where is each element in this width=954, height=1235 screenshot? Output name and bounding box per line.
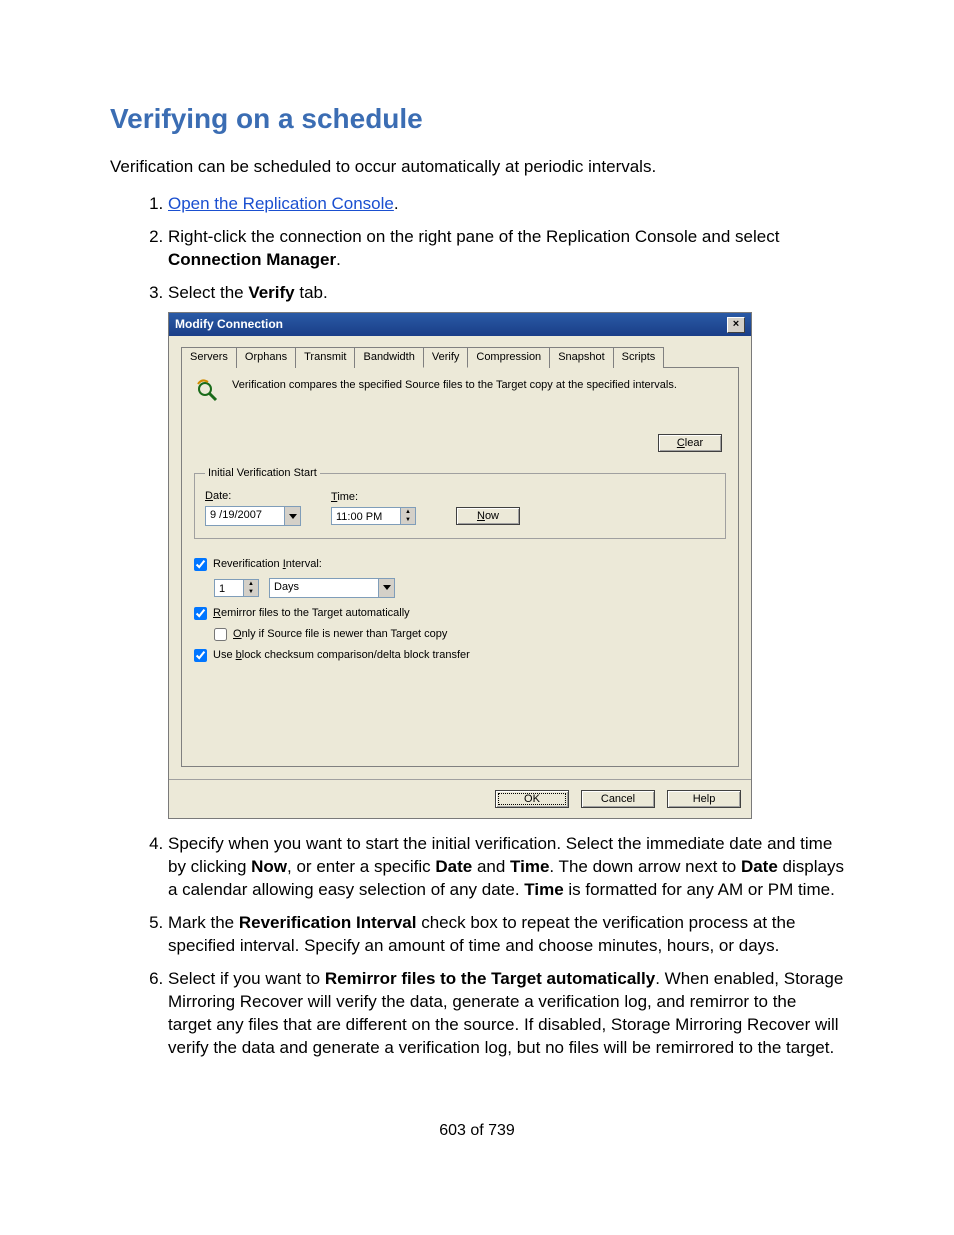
s6b1: Remirror files to the Target automatical…: [325, 969, 655, 988]
tab-orphans[interactable]: Orphans: [236, 347, 296, 368]
tab-strip: Servers Orphans Transmit Bandwidth Verif…: [181, 346, 739, 368]
step2-text-a: Right-click the connection on the right …: [168, 227, 779, 246]
step3-text-a: Select the: [168, 283, 248, 302]
modify-connection-dialog: Modify Connection × Servers Orphans Tran…: [168, 312, 752, 819]
s4b: , or enter a specific: [287, 857, 435, 876]
now-button[interactable]: Now: [456, 507, 520, 526]
chevron-down-icon[interactable]: [284, 507, 300, 525]
help-button[interactable]: Help: [667, 790, 741, 809]
only-if-newer-checkbox[interactable]: Only if Source file is newer than Target…: [214, 627, 726, 642]
step-5: Mark the Reverification Interval check b…: [168, 912, 844, 958]
ok-button[interactable]: OK: [495, 790, 569, 809]
remirror-label: Remirror files to the Target automatical…: [213, 606, 410, 621]
remirror-checkbox-input[interactable]: [194, 607, 207, 620]
page-number: 603 of 739: [110, 1120, 844, 1142]
s4d: . The down arrow next to: [549, 857, 741, 876]
step-1: Open the Replication Console.: [168, 193, 844, 216]
step-3: Select the Verify tab. Modify Connection…: [168, 282, 844, 820]
date-input[interactable]: 9 /19/2007: [205, 506, 301, 526]
time-label: Time:: [331, 490, 416, 505]
tab-bandwidth[interactable]: Bandwidth: [354, 347, 423, 368]
open-replication-console-link[interactable]: Open the Replication Console: [168, 194, 394, 213]
step2-text-c: .: [336, 250, 341, 269]
s5a: Mark the: [168, 913, 239, 932]
s4c: and: [472, 857, 510, 876]
checksum-label: Use block checksum comparison/delta bloc…: [213, 648, 470, 663]
page-heading: Verifying on a schedule: [110, 100, 844, 138]
s4b2: Date: [435, 857, 472, 876]
interval-unit-value: Days: [270, 579, 378, 597]
interval-unit-combo[interactable]: Days: [269, 578, 395, 598]
step1-suffix: .: [394, 194, 399, 213]
s4b1: Now: [251, 857, 287, 876]
verify-icon: [194, 378, 222, 406]
s6a: Select if you want to: [168, 969, 325, 988]
reverification-label: Reverification Interval:: [213, 557, 322, 572]
step-4: Specify when you want to start the initi…: [168, 833, 844, 902]
tab-verify[interactable]: Verify: [423, 347, 469, 368]
tab-servers[interactable]: Servers: [181, 347, 237, 368]
tab-description: Verification compares the specified Sour…: [232, 378, 677, 392]
tab-compression[interactable]: Compression: [467, 347, 550, 368]
close-icon[interactable]: ×: [727, 317, 745, 333]
tab-transmit[interactable]: Transmit: [295, 347, 355, 368]
clear-button[interactable]: Clear: [658, 434, 722, 453]
only-if-newer-checkbox-input[interactable]: [214, 628, 227, 641]
time-spinner[interactable]: ▲▼: [401, 507, 416, 525]
cancel-button[interactable]: Cancel: [581, 790, 655, 809]
time-value[interactable]: 11:00 PM: [331, 507, 401, 525]
time-input[interactable]: 11:00 PM ▲▼: [331, 507, 416, 525]
group-legend: Initial Verification Start: [205, 466, 320, 481]
reverification-checkbox-input[interactable]: [194, 558, 207, 571]
interval-spinner[interactable]: ▲▼: [244, 579, 259, 597]
interval-value-input[interactable]: 1 ▲▼: [214, 579, 259, 597]
intro-text: Verification can be scheduled to occur a…: [110, 156, 844, 179]
interval-value[interactable]: 1: [214, 579, 244, 597]
tab-snapshot[interactable]: Snapshot: [549, 347, 613, 368]
checksum-checkbox-input[interactable]: [194, 649, 207, 662]
date-label: Date:: [205, 489, 301, 504]
step2-bold: Connection Manager: [168, 250, 336, 269]
remirror-checkbox[interactable]: Remirror files to the Target automatical…: [194, 606, 726, 621]
s4b5: Time: [524, 880, 563, 899]
s4b4: Date: [741, 857, 778, 876]
date-value: 9 /19/2007: [206, 507, 284, 525]
dialog-title: Modify Connection: [175, 316, 283, 332]
chevron-down-icon[interactable]: [378, 579, 394, 597]
tab-scripts[interactable]: Scripts: [613, 347, 665, 368]
only-if-newer-label: Only if Source file is newer than Target…: [233, 627, 447, 642]
tab-content: Verification compares the specified Sour…: [181, 368, 739, 767]
dialog-footer: OK Cancel Help: [169, 779, 751, 819]
s5b1: Reverification Interval: [239, 913, 417, 932]
step-6: Select if you want to Remirror files to …: [168, 968, 844, 1060]
step3-text-c: tab.: [295, 283, 328, 302]
step3-bold: Verify: [248, 283, 294, 302]
initial-verification-start-group: Initial Verification Start Date: 9 /19/2…: [194, 466, 726, 539]
dialog-titlebar: Modify Connection ×: [169, 313, 751, 335]
s4f: is formatted for any AM or PM time.: [564, 880, 835, 899]
steps-list: Open the Replication Console. Right-clic…: [110, 193, 844, 1060]
checksum-checkbox[interactable]: Use block checksum comparison/delta bloc…: [194, 648, 726, 663]
s4b3: Time: [510, 857, 549, 876]
reverification-interval-checkbox[interactable]: Reverification Interval:: [194, 557, 726, 572]
step-2: Right-click the connection on the right …: [168, 226, 844, 272]
